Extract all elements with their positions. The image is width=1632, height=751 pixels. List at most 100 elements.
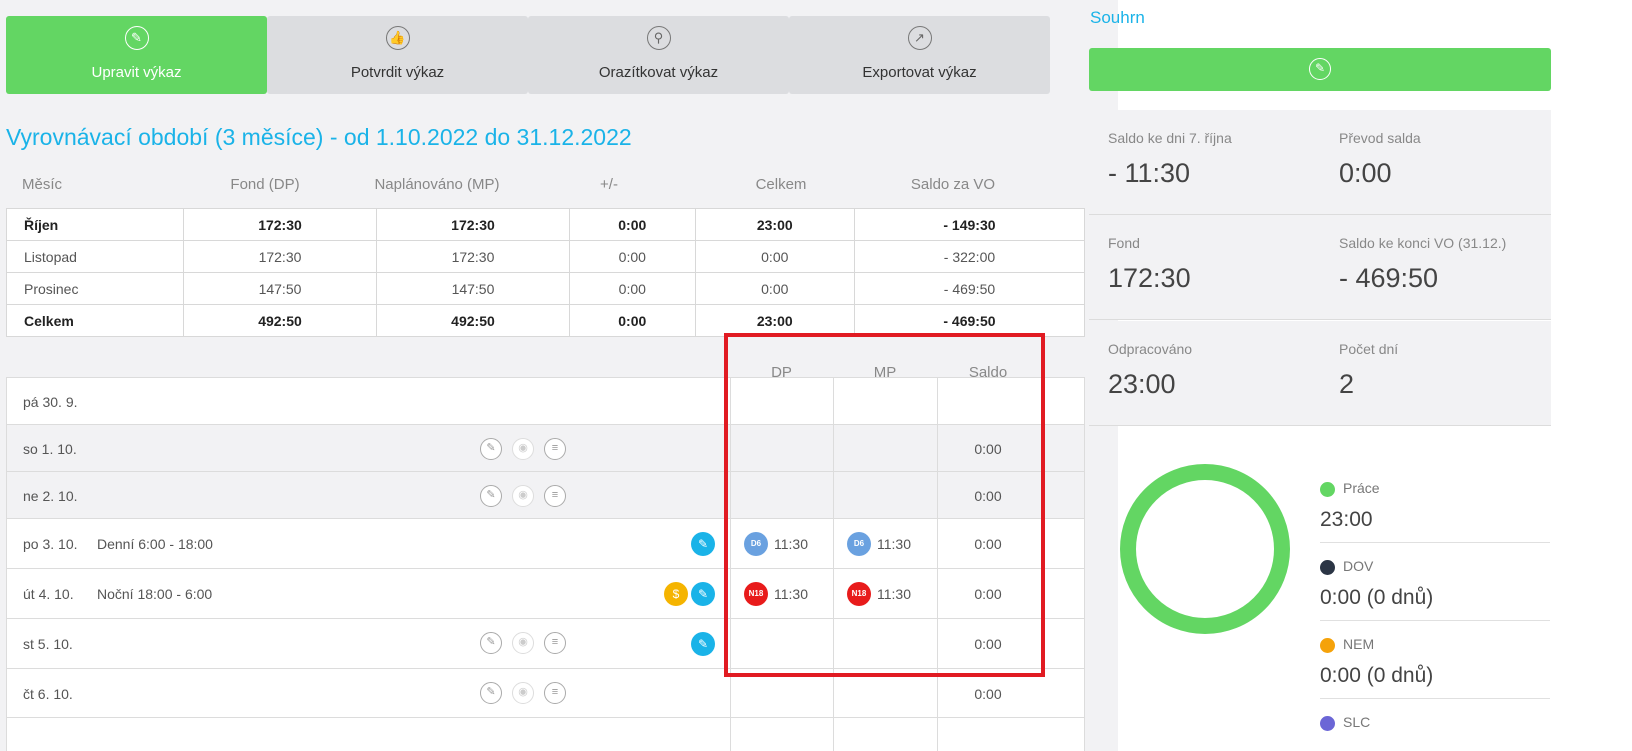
day-row[interactable]: čt 6. 10. ✎ ◉ ≡ 0:00 (6, 668, 1085, 718)
diff-value: 0:00 (568, 208, 696, 241)
day-saldo: 0:00 (974, 441, 1002, 457)
planned-value: 172:30 (375, 208, 570, 241)
edit-icon[interactable]: ✎ (480, 682, 502, 704)
edit-shift-button[interactable]: ✎ (691, 532, 715, 556)
col-header-fond: Fond (DP) (230, 176, 300, 193)
saldo-cell (937, 378, 938, 424)
mp-cell (833, 519, 834, 568)
stat-item: Fond 172:30 (1108, 235, 1191, 294)
col-header-saldo: Saldo za VO (910, 176, 996, 193)
total-value: 0:00 (694, 272, 855, 305)
summary-title[interactable]: Souhrn (1090, 8, 1145, 28)
dp-cell (730, 619, 731, 668)
stat-group: Odpracováno 23:00 Počet dní 2 (1089, 321, 1551, 426)
dp-value: 11:30 (774, 536, 808, 552)
mp-cell (833, 669, 834, 717)
edit-icon[interactable]: ✎ (480, 632, 502, 654)
dollar-icon[interactable]: $ (664, 582, 688, 606)
stat-label: Převod salda (1339, 130, 1421, 146)
export-report-button[interactable]: ↗ Exportovat výkaz (789, 16, 1050, 94)
edit-report-button[interactable]: ✎ Upravit výkaz (6, 16, 267, 94)
stat-label: Počet dní (1339, 341, 1399, 357)
note-icon[interactable]: ≡ (544, 438, 566, 460)
diff-value: 0:00 (568, 240, 696, 273)
pencil-icon: ✎ (124, 26, 149, 50)
planned-value: 172:30 (375, 240, 570, 273)
eye-icon[interactable]: ◉ (512, 682, 534, 704)
stat-item: Saldo ke konci VO (31.12.) - 469:50 (1339, 235, 1506, 294)
table-row: Říjen 172:30 172:30 0:00 23:00 - 149:30 (6, 208, 1086, 241)
day-row[interactable] (6, 717, 1085, 751)
legend-dot (1320, 638, 1335, 653)
stat-item: Převod salda 0:00 (1339, 130, 1421, 189)
total-value: 0:00 (694, 240, 855, 273)
stamp-report-button[interactable]: ⚲ Orazítkovat výkaz (528, 16, 789, 94)
dp-cell (730, 472, 731, 518)
edit-shift-button[interactable]: ✎ (691, 632, 715, 656)
note-icon[interactable]: ≡ (544, 485, 566, 507)
day-row[interactable]: so 1. 10. ✎ ◉ ≡ 0:00 (6, 424, 1085, 472)
legend-value: 23:00 (1320, 508, 1373, 531)
pencil-icon: ✎ (1309, 58, 1331, 80)
edit-shift-button[interactable]: ✎ (691, 582, 715, 606)
stat-label: Saldo ke konci VO (31.12.) (1339, 235, 1507, 251)
stat-value: 172:30 (1108, 263, 1191, 293)
total-value: 23:00 (694, 304, 855, 337)
legend-divider (1320, 620, 1550, 621)
note-icon[interactable]: ≡ (544, 682, 566, 704)
day-row[interactable]: po 3. 10. Denní 6:00 - 18:00 ✎ D6 11:30 … (6, 518, 1085, 569)
month-name: Listopad (6, 240, 184, 273)
dp-cell (730, 378, 731, 424)
stat-value: 2 (1339, 369, 1355, 399)
note-icon[interactable]: ≡ (544, 632, 566, 654)
col-header-total: Celkem (755, 176, 807, 193)
legend-label: SLC (1343, 714, 1371, 730)
eye-icon[interactable]: ◉ (512, 438, 534, 460)
work-donut-chart (1120, 464, 1290, 634)
eye-icon[interactable]: ◉ (512, 485, 534, 507)
legend-dot (1320, 482, 1335, 497)
legend-divider (1320, 542, 1550, 543)
export-report-label: Exportovat výkaz (862, 64, 977, 81)
table-row-total: Celkem 492:50 492:50 0:00 23:00 - 469:50 (6, 304, 1086, 337)
stat-group: Saldo ke dni 7. října - 11:30 Převod sal… (1089, 110, 1551, 215)
day-row[interactable]: st 5. 10. ✎ ◉ ≡ ✎ 0:00 (6, 618, 1085, 669)
diff-value: 0:00 (568, 304, 696, 337)
stat-item: Odpracováno 23:00 (1108, 341, 1192, 400)
stat-value: - 11:30 (1108, 158, 1191, 188)
stat-item: Saldo ke dni 7. října - 11:30 (1108, 130, 1232, 189)
stamp-report-label: Orazítkovat výkaz (598, 64, 719, 81)
day-row[interactable]: ne 2. 10. ✎ ◉ ≡ 0:00 (6, 471, 1085, 519)
fond-value: 172:30 (183, 208, 377, 241)
legend-label: NEM (1343, 636, 1375, 652)
saldo-value: - 149:30 (853, 208, 1086, 241)
mp-cell (833, 378, 834, 424)
shift-label: Noční 18:00 - 6:00 (97, 586, 213, 602)
day-row[interactable]: út 4. 10. Noční 18:00 - 6:00 $ ✎ N18 11:… (6, 568, 1085, 619)
month-name: Celkem (6, 304, 184, 337)
legend-label: DOV (1343, 558, 1374, 574)
day-row[interactable]: pá 30. 9. (6, 377, 1085, 425)
stat-label: Saldo ke dni 7. října (1108, 130, 1232, 146)
period-title: Vyrovnávací období (3 měsíce) - od 1.10.… (6, 124, 632, 150)
dp-cell (730, 519, 731, 568)
edit-icon[interactable]: ✎ (480, 485, 502, 507)
saldo-value: - 469:50 (853, 304, 1086, 337)
stat-label: Fond (1108, 235, 1140, 251)
legend-label: Práce (1343, 480, 1380, 496)
edit-icon[interactable]: ✎ (480, 438, 502, 460)
fond-value: 492:50 (183, 304, 377, 337)
planned-value: 147:50 (375, 272, 570, 305)
legend-dot (1320, 716, 1335, 731)
col-header-planned: Naplánováno (MP) (374, 176, 500, 193)
total-value: 23:00 (694, 208, 855, 241)
day-date: út 4. 10. (23, 586, 74, 602)
dp-cell (730, 718, 731, 751)
edit-summary-button[interactable]: ✎ (1089, 48, 1551, 91)
dp-cell (730, 669, 731, 717)
day-saldo: 0:00 (974, 686, 1002, 702)
day-date: po 3. 10. (23, 536, 78, 552)
edit-report-label: Upravit výkaz (91, 64, 182, 81)
confirm-report-button[interactable]: 👍 Potvrdit výkaz (267, 16, 528, 94)
eye-icon[interactable]: ◉ (512, 632, 534, 654)
